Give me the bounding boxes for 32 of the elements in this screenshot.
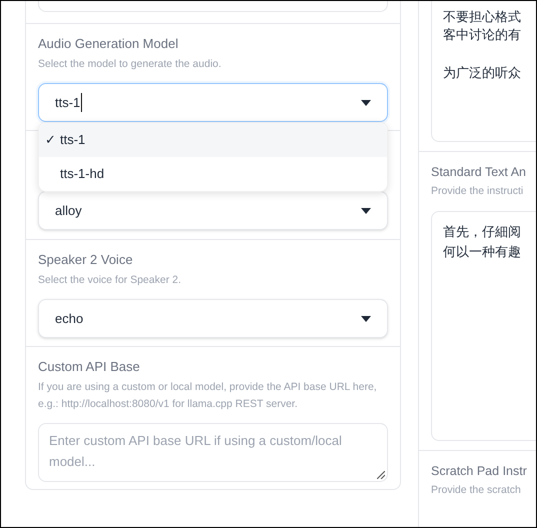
dropdown-option[interactable]: tts-1-hd: [39, 157, 387, 191]
field-hint: Provide the scratch: [431, 483, 522, 498]
dropdown-arrow-icon: [361, 100, 371, 106]
text-line: 何以一种有趣: [443, 243, 522, 261]
text-area-field[interactable]: 不要担心格式 客中讨论的有 为广泛的听众: [431, 1, 536, 142]
dropdown-option[interactable]: ✓ tts-1: [39, 123, 387, 157]
select-value: tts-1: [55, 92, 82, 112]
text-line: 不要担心格式: [443, 8, 522, 26]
dropdown-arrow-icon: [361, 316, 371, 322]
select-field[interactable]: alloy: [38, 191, 388, 230]
field-label: Standard Text An: [431, 164, 527, 180]
select-value: alloy: [55, 202, 82, 220]
select-field[interactable]: tts-1: [38, 83, 388, 122]
text-line: 首先，仔細阅: [443, 223, 522, 241]
text-line: 客中讨论的有: [443, 26, 522, 44]
text-area-field[interactable]: Enter custom API base URL if using a custom/local model...: [38, 423, 388, 482]
select-value: echo: [55, 310, 84, 328]
field-hint: If you are using a custom or local model, provide the API base URL here, e.g.: http://localhost:8080/v1 for llama.cpp REST server.: [38, 380, 378, 412]
dropdown-arrow-icon: [361, 208, 371, 214]
text-area[interactable]: Enter custom API base URL if using a custom/local model...: [49, 430, 377, 475]
text-line: 为广泛的听众: [443, 64, 522, 82]
field-label: Speaker 2 Voice: [38, 252, 134, 268]
field-label: Custom API Base: [38, 359, 141, 375]
field-hint: Select the voice for Speaker 2.: [38, 273, 182, 288]
resize-handle-icon[interactable]: [377, 471, 385, 479]
field-hint: Provide the instructi: [431, 184, 524, 199]
text-area-field[interactable]: 首先，仔細阅 何以一种有趣: [431, 211, 536, 441]
check-icon: ✓: [45, 132, 55, 148]
field-hint: Select the model to generate the audio.: [38, 57, 222, 72]
field-label: Scratch Pad Instr: [431, 463, 528, 479]
field-label: Audio Generation Model: [38, 36, 180, 52]
select-field[interactable]: echo: [38, 299, 388, 338]
